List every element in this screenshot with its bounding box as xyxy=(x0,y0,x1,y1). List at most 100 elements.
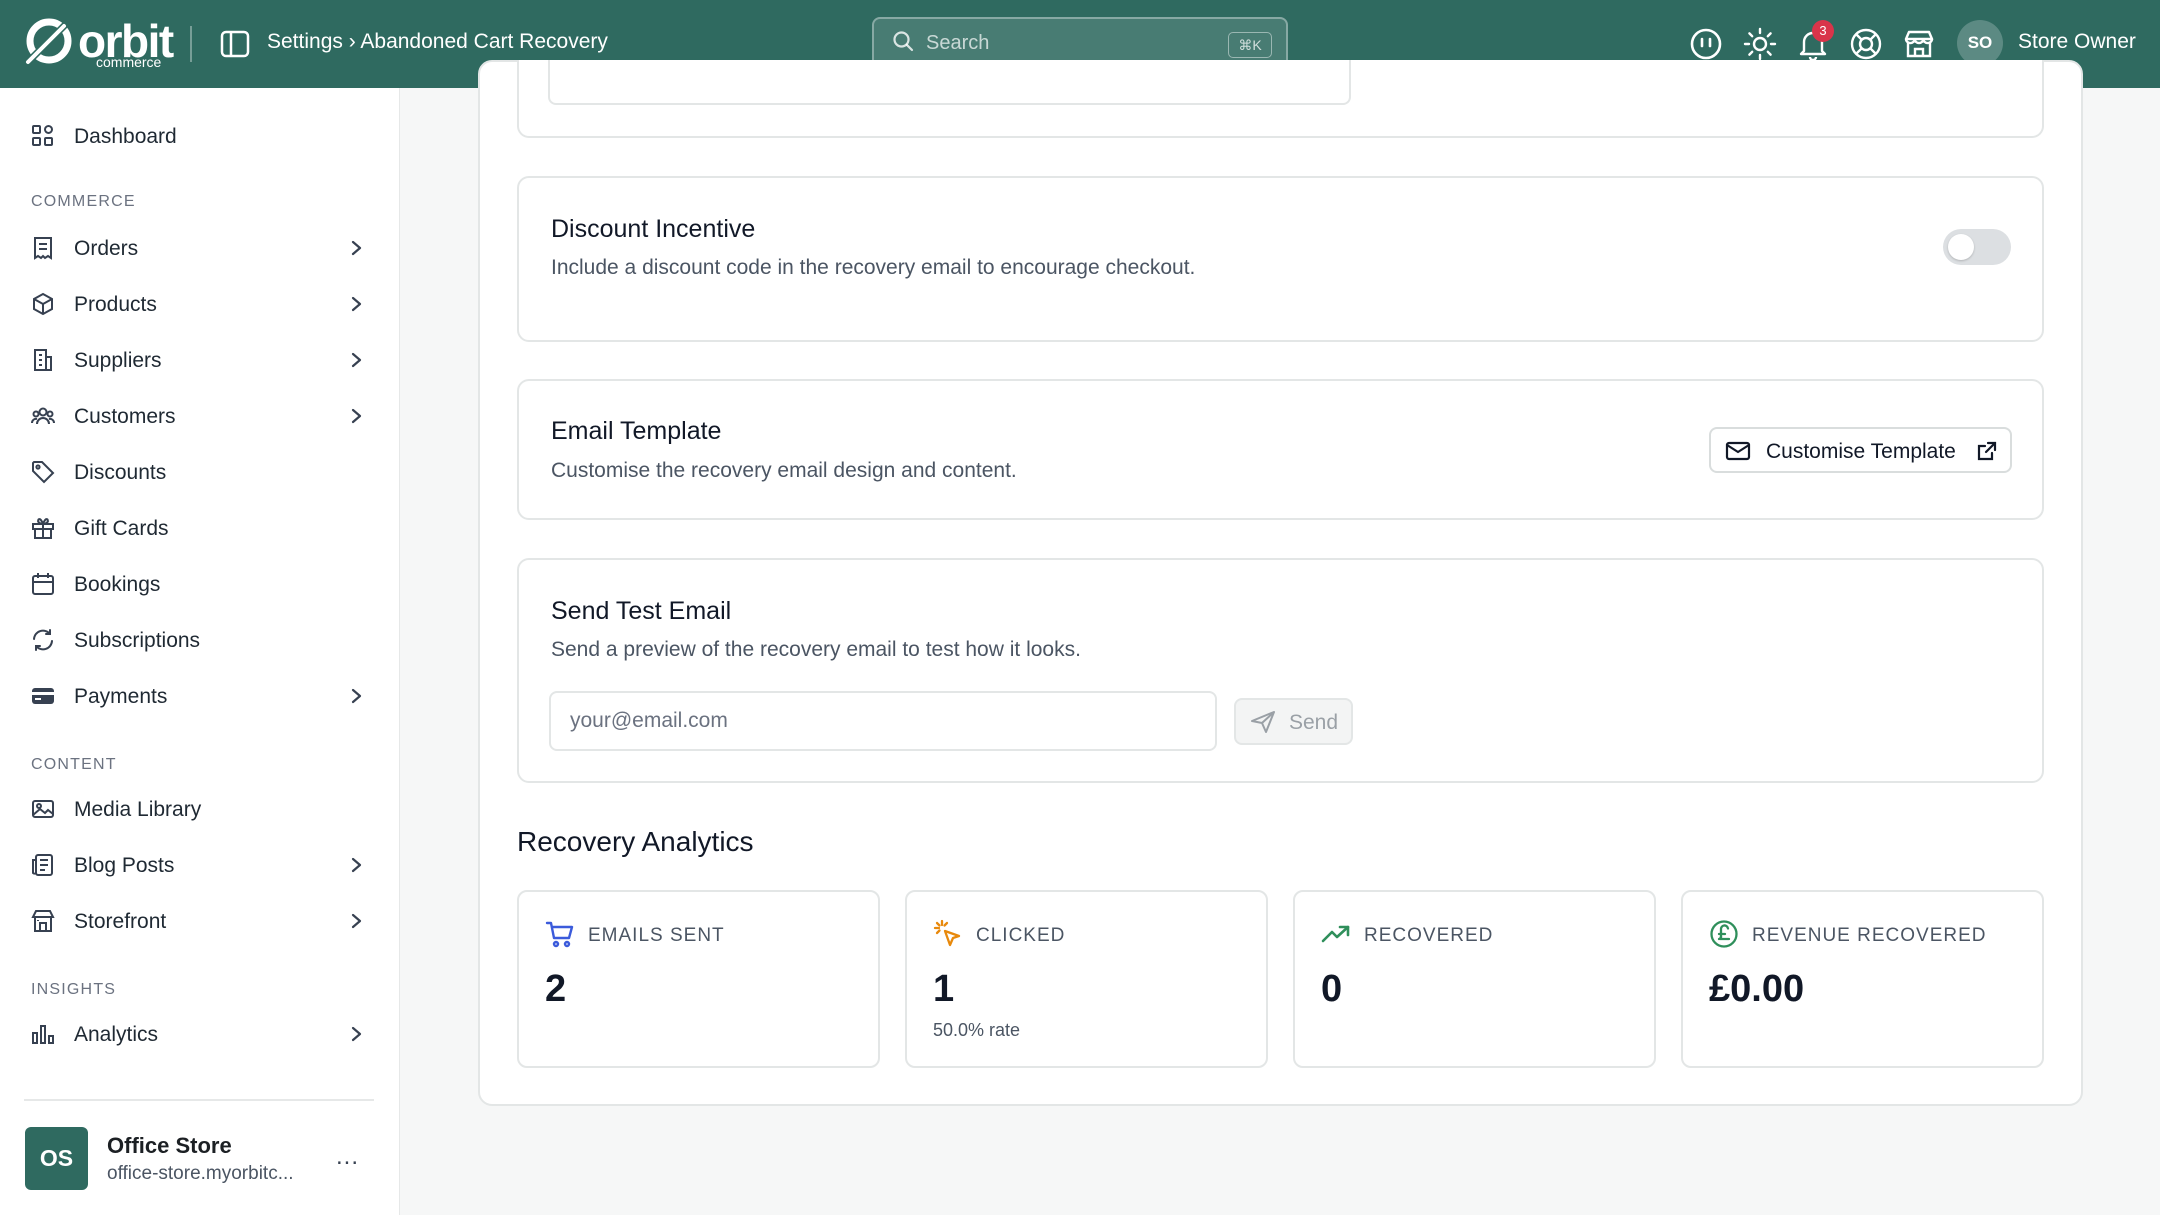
recovery-analytics-title: Recovery Analytics xyxy=(517,826,754,857)
lifebuoy-icon[interactable] xyxy=(1846,24,1886,64)
sidebar-item-label: Storefront xyxy=(74,910,167,933)
store-avatar[interactable]: OS xyxy=(25,1127,88,1190)
sidebar-item-analytics[interactable]: Analytics xyxy=(0,1008,400,1060)
test-email-title: Send Test Email xyxy=(551,597,732,625)
stat-value: £0.00 xyxy=(1709,968,1805,1010)
stat-label: REVENUE RECOVERED xyxy=(1752,925,1987,946)
header-divider xyxy=(190,26,192,62)
dashboard-icon xyxy=(30,123,56,149)
customise-template-label: Customise Template xyxy=(1766,440,1956,463)
sidebar-item-label: Suppliers xyxy=(74,349,162,372)
customise-template-button[interactable]: Customise Template xyxy=(1709,427,2012,473)
sidebar-item-dashboard[interactable]: Dashboard xyxy=(0,110,400,162)
sidebar-item-blog-posts[interactable]: Blog Posts xyxy=(0,839,400,891)
discount-toggle[interactable] xyxy=(1943,229,2011,265)
search-input[interactable] xyxy=(926,32,1226,55)
tag-icon xyxy=(30,459,56,485)
search-icon xyxy=(892,30,914,57)
stat-clicked: CLICKED 1 50.0% rate xyxy=(905,890,1268,1068)
cart-icon xyxy=(545,919,575,949)
section-insights: INSIGHTS xyxy=(31,981,117,998)
stat-label: EMAILS SENT xyxy=(588,925,725,946)
sidebar-item-label: Products xyxy=(74,293,157,316)
sun-icon[interactable] xyxy=(1740,24,1780,64)
users-icon xyxy=(30,403,56,429)
test-email-description: Send a preview of the recovery email to … xyxy=(551,638,1081,661)
sidebar-item-suppliers[interactable]: Suppliers xyxy=(0,334,400,386)
breadcrumb: Settings › Abandoned Cart Recovery xyxy=(267,30,608,53)
send-icon xyxy=(1250,710,1276,739)
trending-up-icon xyxy=(1321,919,1351,949)
chevron-right-icon xyxy=(350,349,364,371)
sidebar-item-label: Discounts xyxy=(74,461,167,484)
store-name[interactable]: Office Store xyxy=(107,1133,232,1159)
sidebar-item-label: Orders xyxy=(74,237,139,260)
discount-incentive-card: Discount Incentive Include a discount co… xyxy=(517,176,2044,342)
store-icon xyxy=(30,908,56,934)
building-icon xyxy=(30,347,56,373)
stat-label: CLICKED xyxy=(976,925,1066,946)
send-label: Send xyxy=(1289,711,1339,734)
receipt-icon xyxy=(30,235,56,261)
search-shortcut: ⌘K xyxy=(1228,32,1272,58)
sidebar-item-label: Media Library xyxy=(74,798,202,821)
template-title: Email Template xyxy=(551,417,722,445)
gift-icon xyxy=(30,515,56,541)
section-commerce: COMMERCE xyxy=(31,193,136,210)
store-url: office-store.myorbitc... xyxy=(107,1163,294,1184)
stat-value: 2 xyxy=(545,968,567,1010)
sidebar-item-label: Dashboard xyxy=(74,125,177,148)
stat-revenue-recovered: REVENUE RECOVERED £0.00 xyxy=(1681,890,2044,1068)
help-face-icon[interactable] xyxy=(1686,24,1726,64)
send-button[interactable]: Send xyxy=(1234,698,1353,745)
mail-icon xyxy=(1725,439,1751,468)
chevron-right-icon xyxy=(350,854,364,876)
stat-value: 1 xyxy=(933,968,955,1010)
toggle-knob xyxy=(1948,234,1974,260)
user-name[interactable]: Store Owner xyxy=(2018,30,2136,54)
stat-label: RECOVERED xyxy=(1364,925,1494,946)
sidebar-item-products[interactable]: Products xyxy=(0,278,400,330)
sidebar-item-gift-cards[interactable]: Gift Cards xyxy=(0,502,400,554)
sidebar-item-orders[interactable]: Orders xyxy=(0,222,400,274)
pound-icon xyxy=(1709,919,1739,949)
sidebar-item-subscriptions[interactable]: Subscriptions xyxy=(0,614,400,666)
stat-emails-sent: EMAILS SENT 2 xyxy=(517,890,880,1068)
sidebar-item-storefront[interactable]: Storefront xyxy=(0,895,400,947)
calendar-icon xyxy=(30,571,56,597)
chevron-right-icon xyxy=(350,237,364,259)
stat-subtext: 50.0% rate xyxy=(933,1020,1021,1040)
store-more-button[interactable]: ... xyxy=(336,1143,359,1171)
sidebar-item-customers[interactable]: Customers xyxy=(0,390,400,442)
sidebar-item-label: Customers xyxy=(74,405,176,428)
test-email-input[interactable] xyxy=(549,691,1217,751)
sidebar-item-discounts[interactable]: Discounts xyxy=(0,446,400,498)
chevron-right-icon xyxy=(350,405,364,427)
sidebar-item-label: Blog Posts xyxy=(74,854,175,877)
logo-subtitle: commerce xyxy=(96,54,162,70)
external-link-icon xyxy=(1975,439,1999,468)
cursor-click-icon xyxy=(933,919,963,949)
image-icon xyxy=(30,796,56,822)
sidebar-item-bookings[interactable]: Bookings xyxy=(0,558,400,610)
sidebar-item-label: Subscriptions xyxy=(74,629,201,652)
sidebar-item-label: Bookings xyxy=(74,573,161,596)
previous-input-field[interactable] xyxy=(548,60,1351,105)
chevron-right-icon xyxy=(350,685,364,707)
template-description: Customise the recovery email design and … xyxy=(551,459,1017,482)
stat-value: 0 xyxy=(1321,968,1343,1010)
stat-recovered: RECOVERED 0 xyxy=(1293,890,1656,1068)
notification-badge: 3 xyxy=(1812,20,1834,42)
bar-chart-icon xyxy=(30,1021,56,1047)
card-icon xyxy=(30,683,56,709)
chevron-right-icon xyxy=(350,910,364,932)
sidebar-item-label: Gift Cards xyxy=(74,517,169,540)
storefront-icon[interactable] xyxy=(1899,24,1939,64)
panel-toggle-icon[interactable] xyxy=(219,28,251,60)
sidebar: Dashboard COMMERCE Orders Products Suppl… xyxy=(0,88,400,1215)
section-content: CONTENT xyxy=(31,756,117,773)
orbit-logo[interactable]: orbit commerce xyxy=(24,15,174,70)
sidebar-item-label: Payments xyxy=(74,685,168,708)
sidebar-item-media-library[interactable]: Media Library xyxy=(0,783,400,835)
sidebar-item-payments[interactable]: Payments xyxy=(0,670,400,722)
